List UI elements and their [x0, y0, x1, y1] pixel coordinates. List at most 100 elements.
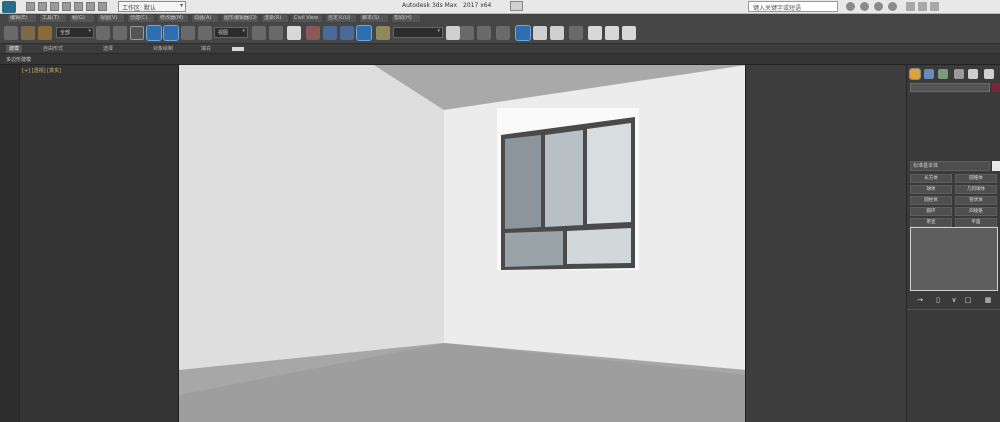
bind-space-warp-icon[interactable]	[38, 26, 52, 40]
app-title: Autodesk 3ds Max	[402, 2, 458, 9]
make-unique-icon[interactable]: ∨	[950, 296, 958, 304]
pyramid-button[interactable]: 四棱锥	[955, 207, 997, 216]
menu-views[interactable]: 视图(V)	[98, 15, 124, 22]
select-object-icon[interactable]	[96, 26, 110, 40]
menu-rendering[interactable]: 渲染(R)	[262, 15, 288, 22]
new-file-icon[interactable]	[26, 2, 35, 11]
pivot-center-icon[interactable]	[252, 26, 266, 40]
box-button[interactable]: 长方体	[910, 174, 952, 183]
maximize-icon[interactable]	[918, 2, 927, 11]
cone-button[interactable]: 圆锥体	[955, 174, 997, 183]
command-panel: 标准基本体 长方体 圆锥体 球体 几何球体 圆柱体 管状体 圆环 四棱锥 茶壶 …	[906, 65, 1000, 422]
favorites-icon[interactable]	[874, 2, 883, 11]
tab-populate[interactable]: 填充	[198, 45, 214, 53]
window	[497, 108, 639, 270]
toggle-layer-explorer-icon[interactable]	[496, 26, 510, 40]
object-name-field[interactable]	[910, 83, 990, 92]
link-icon[interactable]	[4, 26, 18, 40]
ribbon-tabs: 建模 自由形式 选择 对象绘制 填充	[0, 44, 1000, 54]
menu-edit[interactable]: 编辑(E)	[8, 15, 36, 22]
pin-stack-icon[interactable]: →	[916, 296, 924, 304]
toggle-scene-explorer-icon[interactable]	[477, 26, 491, 40]
select-manipulate-icon[interactable]	[269, 26, 283, 40]
sphere-button[interactable]: 球体	[910, 185, 952, 194]
menu-animation[interactable]: 动画(A)	[192, 15, 218, 22]
binoculars-icon[interactable]	[846, 2, 855, 11]
show-end-result-icon[interactable]: ▯	[934, 296, 942, 304]
menu-tools[interactable]: 工具(T)	[40, 15, 66, 22]
scene-explorer: [+] [透视] [真实]	[0, 65, 178, 422]
curve-editor-icon[interactable]	[533, 26, 547, 40]
select-scale-icon[interactable]	[198, 26, 212, 40]
close-icon[interactable]	[930, 2, 939, 11]
ribbon-options-icon[interactable]	[232, 47, 244, 51]
angle-snap-icon[interactable]	[323, 26, 337, 40]
help-icon[interactable]	[888, 2, 897, 11]
schematic-view-icon[interactable]	[550, 26, 564, 40]
hierarchy-tab-icon[interactable]	[938, 69, 948, 79]
select-rotate-icon[interactable]	[181, 26, 195, 40]
mirror-icon[interactable]	[446, 26, 460, 40]
unlink-icon[interactable]	[21, 26, 35, 40]
snaps-toggle-icon[interactable]	[306, 26, 320, 40]
tab-modeling[interactable]: 建模	[6, 45, 23, 53]
display-tab-icon[interactable]	[968, 69, 978, 79]
selection-filter-dropdown[interactable]: 全部	[56, 27, 94, 38]
teapot-button[interactable]: 茶壶	[910, 218, 952, 227]
dropdown-arrow-icon[interactable]	[992, 161, 1000, 171]
search-input[interactable]: 键入关键字或短语	[748, 1, 838, 12]
menu-graph-editors[interactable]: 图形编辑器(D)	[222, 15, 258, 22]
menu-create[interactable]: 创建(C)	[128, 15, 154, 22]
object-color-swatch[interactable]	[992, 83, 1000, 92]
tab-freeform[interactable]: 自由形式	[40, 45, 66, 53]
torus-button[interactable]: 圆环	[910, 207, 952, 216]
rendered-frame-window-icon[interactable]	[605, 26, 619, 40]
utilities-tab-icon[interactable]	[984, 69, 994, 79]
menu-help[interactable]: 帮助(H)	[392, 15, 420, 22]
modify-tab-icon[interactable]	[924, 69, 934, 79]
render-setup-icon[interactable]	[588, 26, 602, 40]
percent-snap-icon[interactable]	[340, 26, 354, 40]
menu-scripting[interactable]: 脚本(S)	[360, 15, 388, 22]
viewport-label[interactable]: [+] [透视] [真实]	[22, 67, 61, 74]
select-move-icon[interactable]	[163, 25, 179, 41]
minimize-icon[interactable]	[906, 2, 915, 11]
plane-button[interactable]: 平面	[955, 218, 997, 227]
workspace-selector[interactable]: 工作区: 默认	[118, 1, 186, 12]
open-file-icon[interactable]	[38, 2, 47, 11]
remove-modifier-icon[interactable]: □	[964, 296, 972, 304]
link-icon[interactable]	[98, 2, 107, 11]
tube-button[interactable]: 管状体	[955, 196, 997, 205]
select-by-name-icon[interactable]	[113, 26, 127, 40]
application-menu-icon[interactable]	[2, 1, 16, 13]
create-tab-icon[interactable]	[909, 68, 921, 80]
named-selection-sets-dropdown[interactable]	[393, 27, 443, 38]
ribbon-toggle-icon[interactable]	[515, 25, 531, 41]
configure-modifier-sets-icon[interactable]: ▦	[984, 296, 992, 304]
project-folder-icon[interactable]	[86, 2, 95, 11]
align-icon[interactable]	[460, 26, 474, 40]
reference-coordinate-dropdown[interactable]: 视图	[214, 27, 248, 38]
keyboard-shortcut-override-icon[interactable]	[287, 26, 301, 40]
menu-civil-view[interactable]: Civil View	[292, 15, 322, 22]
render-production-icon[interactable]	[622, 26, 636, 40]
motion-tab-icon[interactable]	[954, 69, 964, 79]
spinner-snap-icon[interactable]	[356, 25, 372, 41]
object-category-dropdown[interactable]: 标准基本体	[910, 161, 990, 171]
redo-icon[interactable]	[74, 2, 83, 11]
communication-center-icon[interactable]	[860, 2, 869, 11]
tab-object-paint[interactable]: 对象绘制	[150, 45, 176, 53]
material-editor-icon[interactable]	[569, 26, 583, 40]
cylinder-button[interactable]: 圆柱体	[910, 196, 952, 205]
tab-selection[interactable]: 选择	[100, 45, 116, 53]
geosphere-button[interactable]: 几何球体	[955, 185, 997, 194]
menu-customize[interactable]: 自定义(U)	[326, 15, 356, 22]
undo-icon[interactable]	[62, 2, 71, 11]
rectangular-selection-icon[interactable]	[130, 26, 144, 40]
window-crossing-icon[interactable]	[146, 25, 162, 41]
perspective-viewport[interactable]	[178, 65, 746, 422]
edit-named-selection-icon[interactable]	[376, 26, 390, 40]
save-file-icon[interactable]	[50, 2, 59, 11]
menu-modifiers[interactable]: 修改器(M)	[158, 15, 188, 22]
menu-group[interactable]: 组(G)	[70, 15, 94, 22]
